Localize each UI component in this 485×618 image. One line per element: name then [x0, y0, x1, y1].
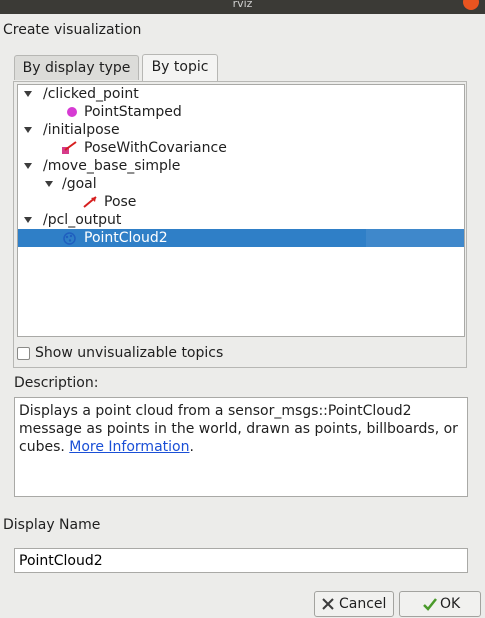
display-type-label: PointCloud2 [84, 230, 168, 246]
pose-icon [83, 196, 97, 208]
description-box: Displays a point cloud from a sensor_msg… [14, 397, 468, 497]
point-cloud-icon [63, 232, 76, 245]
expand-arrow-icon[interactable] [24, 127, 32, 133]
cancel-icon [322, 598, 334, 610]
tree-row-topic[interactable]: /goal [18, 175, 464, 193]
cancel-label: Cancel [339, 596, 387, 612]
topic-tree[interactable]: /clicked_point PointStamped /initialpose… [17, 84, 465, 337]
pose-with-covariance-icon [62, 141, 77, 154]
tree-row-display[interactable]: PointStamped [18, 103, 464, 121]
ok-button[interactable]: OK [399, 591, 481, 617]
display-name-heading: Display Name [3, 517, 101, 533]
ok-label: OK [440, 596, 461, 612]
topic-label: /goal [62, 176, 97, 192]
expand-arrow-icon[interactable] [24, 217, 32, 223]
window-titlebar[interactable]: rviz [0, 0, 485, 14]
expand-arrow-icon[interactable] [24, 91, 32, 97]
tree-row-topic[interactable]: /pcl_output [18, 211, 464, 229]
show-unvisualizable-label[interactable]: Show unvisualizable topics [35, 345, 223, 361]
tree-row-display[interactable]: PoseWithCovariance [18, 139, 464, 157]
topic-label: /move_base_simple [43, 158, 181, 174]
display-name-input[interactable] [14, 548, 468, 573]
tab-by-topic[interactable]: By topic [142, 54, 218, 81]
tree-row-topic[interactable]: /move_base_simple [18, 157, 464, 175]
tree-row-display-selected[interactable]: PointCloud2 [18, 229, 366, 247]
description-heading: Description: [14, 375, 99, 391]
tree-row-topic[interactable]: /initialpose [18, 121, 464, 139]
show-unvisualizable-checkbox[interactable] [17, 347, 30, 360]
tab-by-display-type[interactable]: By display type [14, 55, 139, 80]
topic-label: /clicked_point [43, 86, 139, 102]
expand-arrow-icon[interactable] [45, 181, 53, 187]
cancel-button[interactable]: Cancel [314, 591, 394, 617]
topic-label: /initialpose [43, 122, 120, 138]
display-type-label: PoseWithCovariance [84, 140, 227, 156]
display-type-label: Pose [104, 194, 137, 210]
section-title: Create visualization [3, 22, 142, 38]
tree-row-display[interactable]: Pose [18, 193, 464, 211]
point-stamped-icon [67, 107, 77, 117]
check-icon [423, 598, 437, 611]
tree-row-topic[interactable]: /clicked_point [18, 85, 464, 103]
expand-arrow-icon[interactable] [24, 163, 32, 169]
selection-highlight [366, 229, 464, 247]
tab-panel-by-topic: /clicked_point PointStamped /initialpose… [13, 81, 467, 368]
display-type-label: PointStamped [84, 104, 182, 120]
topic-label: /pcl_output [43, 212, 122, 228]
description-trailing: . [189, 439, 194, 455]
window-title: rviz [232, 0, 253, 10]
more-information-link[interactable]: More Information [69, 439, 189, 455]
